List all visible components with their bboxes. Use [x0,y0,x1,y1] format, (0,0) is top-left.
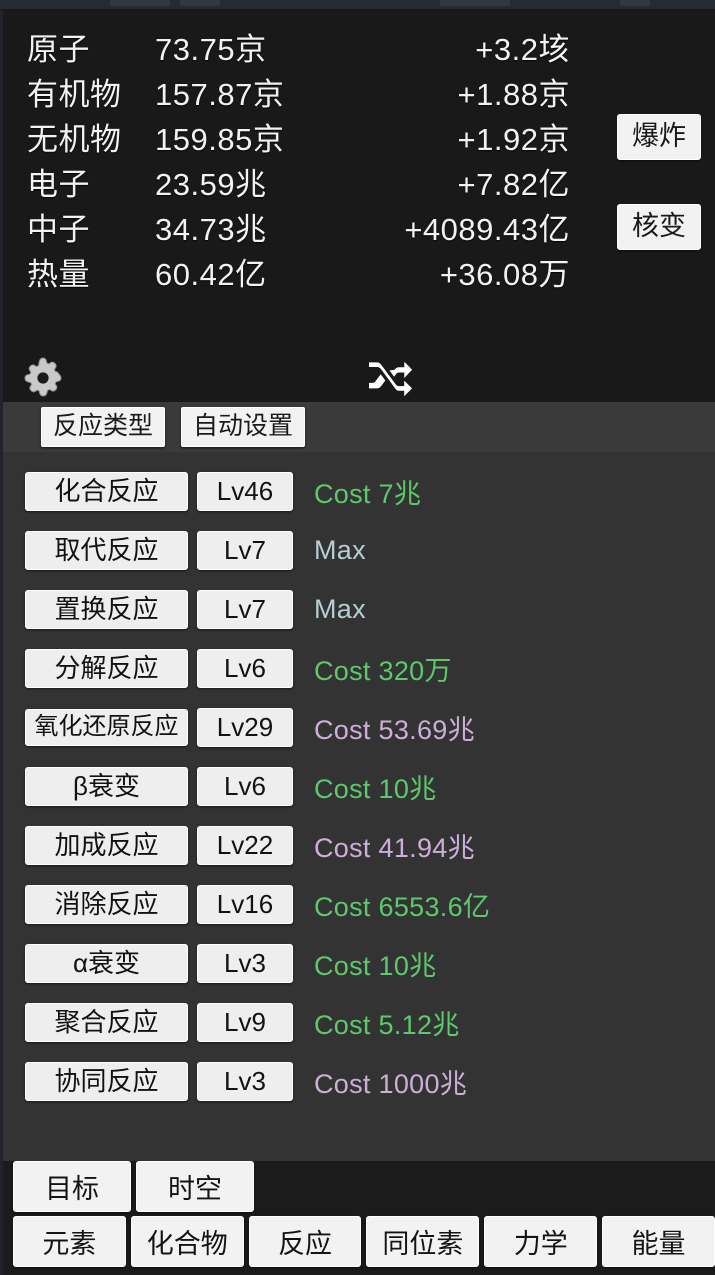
tab-elements[interactable]: 元素 [13,1216,126,1267]
nuclear-change-button[interactable]: 核变 [617,204,701,250]
table-row: 置换反应 Lv7 Max [3,580,715,639]
table-row: 取代反应 Lv7 Max [3,521,715,580]
stat-row-inorganic: 无机物 159.85京 +1.92京 [27,114,715,159]
stat-delta: +36.08万 [340,249,570,294]
reaction-cost-label: Cost 7兆 [302,472,715,511]
stat-label: 有机物 [27,69,155,114]
gear-icon[interactable] [19,354,67,407]
reaction-level-button[interactable]: Lv3 [197,1062,293,1102]
icon-bar [0,320,715,402]
reaction-level-button[interactable]: Lv6 [197,767,293,807]
tab-spacetime[interactable]: 时空 [136,1161,254,1212]
table-row: 协同反应 Lv3 Cost 1000兆 [3,1052,715,1111]
reaction-cost-label: Cost 1000兆 [302,1062,715,1101]
stats-panel: 原子 73.75京 +3.2垓 有机物 157.87京 +1.88京 无机物 1… [0,10,715,320]
stat-value: 23.59兆 [155,159,340,204]
stats-side-buttons: 爆炸 核变 [617,114,701,250]
reaction-name-button[interactable]: 化合反应 [25,472,188,512]
app-root: 原子 73.75京 +3.2垓 有机物 157.87京 +1.88京 无机物 1… [0,0,715,1275]
tab-reactions[interactable]: 反应 [249,1216,362,1267]
stat-row-electron: 电子 23.59兆 +7.82亿 [27,159,715,204]
tab-goals[interactable]: 目标 [13,1161,131,1212]
reaction-name-button[interactable]: 分解反应 [25,649,188,689]
reaction-cost-label: Cost 6553.6亿 [302,885,715,924]
reaction-name-button[interactable]: 协同反应 [25,1062,188,1102]
reaction-name-button[interactable]: 聚合反应 [25,1003,188,1043]
status-bar-segment [180,0,220,6]
bottom-nav-primary-row: 元素 化合物 反应 同位素 力学 能量 [3,1216,715,1267]
table-row: β衰变 Lv6 Cost 10兆 [3,757,715,816]
tab-compounds[interactable]: 化合物 [131,1216,244,1267]
reaction-name-button[interactable]: α衰变 [25,944,188,984]
reaction-level-button[interactable]: Lv7 [197,531,293,571]
status-bar-segment [110,0,170,6]
table-row: 加成反应 Lv22 Cost 41.94兆 [3,816,715,875]
reaction-cost-label: Max [302,535,715,566]
stat-row-neutron: 中子 34.73兆 +4089.43亿 [27,204,715,249]
status-bar-segment [440,0,510,6]
tab-reaction-type[interactable]: 反应类型 [41,407,165,446]
stat-delta: +1.88京 [340,69,570,114]
table-row: 消除反应 Lv16 Cost 6553.6亿 [3,875,715,934]
reaction-cost-label: Max [302,594,715,625]
tab-mechanics[interactable]: 力学 [484,1216,597,1267]
reaction-cost-label: Cost 10兆 [302,944,715,983]
stat-row-atom: 原子 73.75京 +3.2垓 [27,24,715,69]
stat-label: 热量 [27,249,155,294]
reaction-cost-label: Cost 53.69兆 [302,708,715,747]
stat-value: 60.42亿 [155,249,340,294]
stat-delta: +7.82亿 [340,159,570,204]
reaction-list: 化合反应 Lv46 Cost 7兆 取代反应 Lv7 Max 置换反应 Lv7 … [0,452,715,1161]
table-row: 分解反应 Lv6 Cost 320万 [3,639,715,698]
bottom-nav-secondary-row: 目标 时空 [3,1161,715,1212]
reaction-name-button[interactable]: 置换反应 [25,590,188,630]
reaction-name-button[interactable]: 加成反应 [25,826,188,866]
table-row: 化合反应 Lv46 Cost 7兆 [3,462,715,521]
tab-isotopes[interactable]: 同位素 [366,1216,479,1267]
reaction-cost-label: Cost 41.94兆 [302,826,715,865]
stat-value: 34.73兆 [155,204,340,249]
stat-row-heat: 热量 60.42亿 +36.08万 [27,249,715,294]
reaction-level-button[interactable]: Lv22 [197,826,293,866]
stat-label: 电子 [27,159,155,204]
reaction-level-button[interactable]: Lv9 [197,1003,293,1043]
stat-value: 73.75京 [155,24,340,69]
sub-toolbar: 反应类型 自动设置 [0,402,715,452]
reaction-level-button[interactable]: Lv29 [197,708,293,748]
reaction-level-button[interactable]: Lv6 [197,649,293,689]
stat-delta: +4089.43亿 [340,204,570,249]
status-bar-segment [620,0,650,6]
reaction-name-button[interactable]: β衰变 [25,767,188,807]
table-row: 氧化还原反应 Lv29 Cost 53.69兆 [3,698,715,757]
reaction-cost-label: Cost 5.12兆 [302,1003,715,1042]
table-row: 聚合反应 Lv9 Cost 5.12兆 [3,993,715,1052]
stat-label: 中子 [27,204,155,249]
reaction-name-button[interactable]: 氧化还原反应 [25,709,188,746]
reaction-level-button[interactable]: Lv7 [197,590,293,630]
reaction-name-button[interactable]: 消除反应 [25,885,188,925]
tab-auto-settings[interactable]: 自动设置 [181,407,305,446]
reaction-cost-label: Cost 10兆 [302,767,715,806]
tab-energy[interactable]: 能量 [602,1216,715,1267]
stat-delta: +3.2垓 [340,24,570,69]
reaction-level-button[interactable]: Lv16 [197,885,293,925]
reaction-name-button[interactable]: 取代反应 [25,531,188,571]
table-row: α衰变 Lv3 Cost 10兆 [3,934,715,993]
stat-value: 157.87京 [155,69,340,114]
system-status-bar [0,0,715,10]
stat-label: 无机物 [27,114,155,159]
bottom-nav: 目标 时空 元素 化合物 反应 同位素 力学 能量 [0,1161,715,1275]
explosion-button[interactable]: 爆炸 [617,114,701,160]
shuffle-icon[interactable] [365,358,413,403]
stat-label: 原子 [27,24,155,69]
reaction-level-button[interactable]: Lv3 [197,944,293,984]
reaction-cost-label: Cost 320万 [302,649,715,688]
stat-delta: +1.92京 [340,114,570,159]
reaction-level-button[interactable]: Lv46 [197,472,293,512]
stat-row-organic: 有机物 157.87京 +1.88京 [27,69,715,114]
stat-value: 159.85京 [155,114,340,159]
